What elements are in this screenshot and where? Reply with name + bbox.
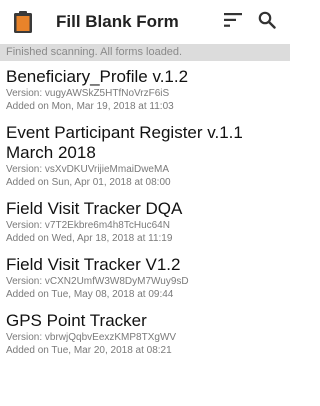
form-list-item[interactable]: Beneficiary_Profile v.1.2 Version: vugyA… bbox=[0, 61, 290, 117]
form-version: Version: vsXvDKUVrijieMmaiDweMA bbox=[6, 164, 169, 175]
form-list-item[interactable]: GPS Point Tracker Version: vbrwjQqbvEexz… bbox=[0, 305, 290, 361]
form-list-item[interactable]: Event Participant Register v.1.1 March 2… bbox=[0, 117, 290, 193]
form-name: Beneficiary_Profile v.1.2 bbox=[6, 67, 189, 86]
form-added-date: Added on Sun, Apr 01, 2018 at 08:00 bbox=[6, 177, 171, 188]
form-name: Field Visit Tracker DQA bbox=[6, 199, 183, 218]
form-added-date: Added on Tue, Mar 20, 2018 at 08:21 bbox=[6, 345, 172, 356]
page-title: Fill Blank Form bbox=[56, 12, 179, 31]
form-version: Version: vugyAWSkZ5HTfNoVrzF6iS bbox=[6, 88, 170, 99]
form-added-date: Added on Mon, Mar 19, 2018 at 11:03 bbox=[6, 101, 174, 112]
scan-status-message: Finished scanning. All forms loaded. bbox=[0, 44, 290, 61]
clipboard-icon bbox=[12, 10, 34, 34]
form-version: Version: vbrwjQqbvEexzKMP8TXgWV bbox=[6, 332, 177, 343]
sort-icon bbox=[224, 12, 242, 32]
form-version: Version: v7T2Ekbre6m4h8TcHuc64N bbox=[6, 220, 170, 231]
toolbar: Fill Blank Form bbox=[0, 0, 290, 44]
form-added-date: Added on Tue, May 08, 2018 at 09:44 bbox=[6, 289, 174, 300]
search-icon bbox=[258, 11, 276, 34]
form-list-item[interactable]: Field Visit Tracker DQA Version: v7T2Ekb… bbox=[0, 193, 290, 249]
form-list: Beneficiary_Profile v.1.2 Version: vugyA… bbox=[0, 61, 290, 361]
form-added-date: Added on Wed, Apr 18, 2018 at 11:19 bbox=[6, 233, 173, 244]
form-name: Event Participant Register v.1.1 March 2… bbox=[6, 123, 243, 162]
form-list-item[interactable]: Field Visit Tracker V1.2 Version: vCXN2U… bbox=[0, 249, 290, 305]
fill-blank-form-screen: Fill Blank Form Finished scanning. All f… bbox=[0, 0, 290, 406]
search-button[interactable] bbox=[250, 5, 284, 39]
form-version: Version: vCXN2UmfW3W8DyM7Wuy9sD bbox=[6, 276, 189, 287]
form-name: GPS Point Tracker bbox=[6, 311, 147, 330]
sort-button[interactable] bbox=[216, 5, 250, 39]
form-name: Field Visit Tracker V1.2 bbox=[6, 255, 181, 274]
